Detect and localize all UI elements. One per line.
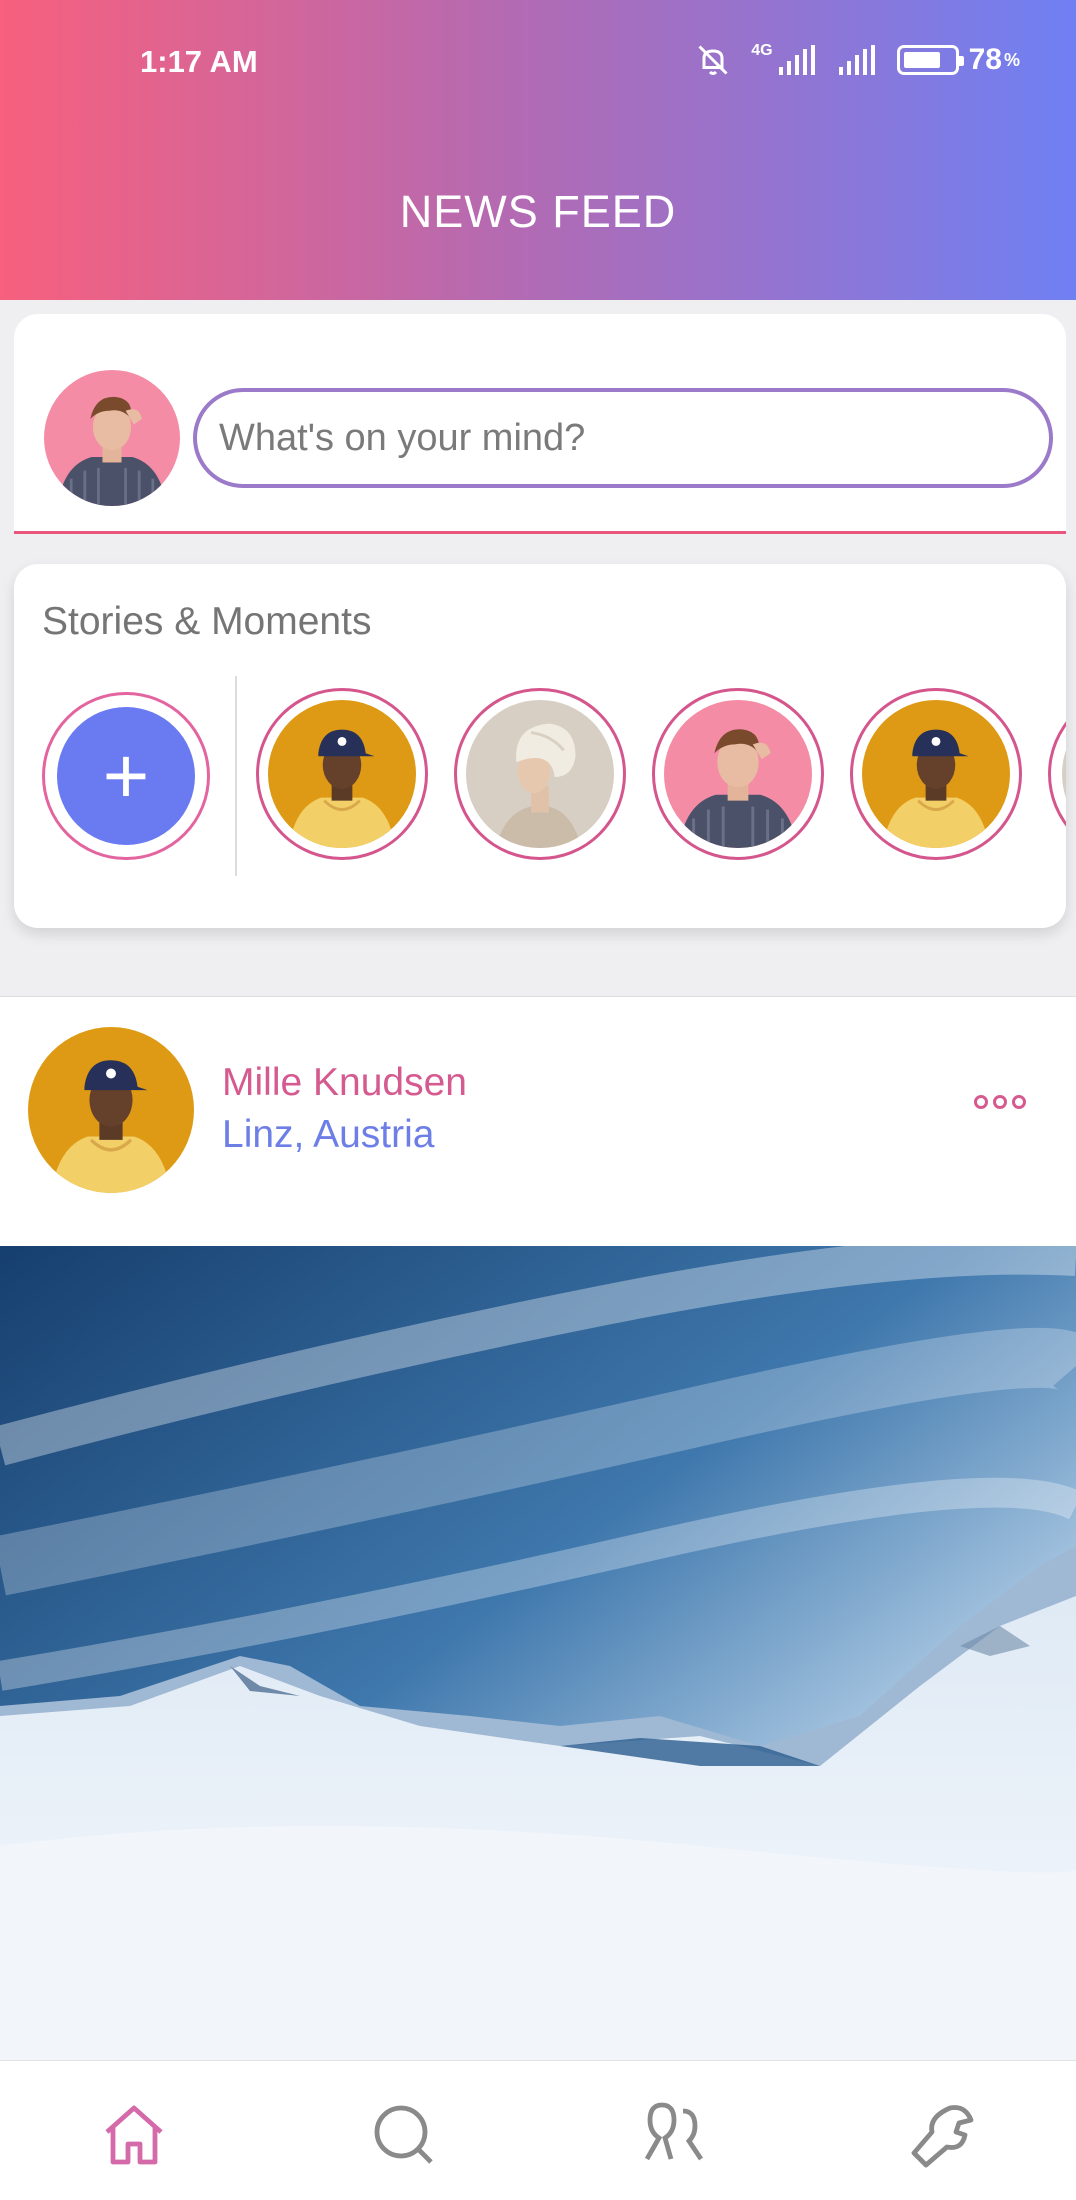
stories-card: Stories & Moments +	[14, 564, 1066, 928]
post-location[interactable]: Linz, Austria	[222, 1113, 434, 1157]
status-bar: 1:17 AM 4G 78 %	[0, 0, 1076, 124]
more-horizontal-icon[interactable]	[974, 1095, 1026, 1109]
page-title: NEWS FEED	[399, 186, 677, 237]
network-badge: 4G	[751, 42, 773, 59]
settings-wrench-icon[interactable]	[908, 2099, 980, 2171]
story-item[interactable]	[256, 688, 428, 860]
stories-divider	[235, 676, 237, 876]
story-item[interactable]	[850, 688, 1022, 860]
status-icons: 4G 78 %	[695, 42, 1020, 78]
mute-icon	[698, 45, 728, 75]
post-author-name[interactable]: Mille Knudsen	[222, 1061, 467, 1105]
signal-icon-2	[838, 45, 875, 75]
status-time: 1:17 AM	[140, 44, 258, 79]
bottom-navigation	[0, 2060, 1076, 2200]
story-avatar	[466, 700, 614, 848]
user-avatar[interactable]	[44, 370, 180, 506]
battery-indicator: 78 %	[896, 43, 1020, 77]
add-story-button[interactable]: +	[42, 692, 210, 860]
signal-icon-1	[778, 45, 815, 75]
plus-icon: +	[57, 707, 195, 845]
story-avatar	[862, 700, 1010, 848]
app-header: 1:17 AM 4G 78 % NEWS FEED	[0, 0, 1076, 300]
story-avatar	[268, 700, 416, 848]
post-author-avatar[interactable]	[28, 1027, 194, 1193]
story-item[interactable]	[652, 688, 824, 860]
post-author-avatar-image	[28, 1027, 194, 1193]
snowy-mountains-image	[0, 1246, 1076, 2060]
stories-title: Stories & Moments	[42, 600, 372, 643]
whats-on-your-mind-input[interactable]: What's on your mind?	[193, 388, 1053, 488]
post-header: Mille Knudsen Linz, Austria	[0, 996, 1076, 1246]
battery-unit: %	[1003, 49, 1020, 70]
friends-icon[interactable]	[638, 2099, 710, 2171]
post-composer: What's on your mind?	[14, 314, 1066, 534]
battery-percent: 78	[968, 43, 1002, 76]
search-icon[interactable]	[368, 2099, 440, 2171]
story-avatar	[664, 700, 812, 848]
story-item[interactable]	[454, 688, 626, 860]
user-avatar-image	[44, 370, 180, 506]
battery-icon	[896, 45, 964, 75]
story-avatar	[1062, 700, 1067, 848]
home-icon[interactable]	[98, 2099, 170, 2171]
post-image[interactable]	[0, 1246, 1076, 2060]
story-item-partial[interactable]	[1048, 688, 1066, 860]
